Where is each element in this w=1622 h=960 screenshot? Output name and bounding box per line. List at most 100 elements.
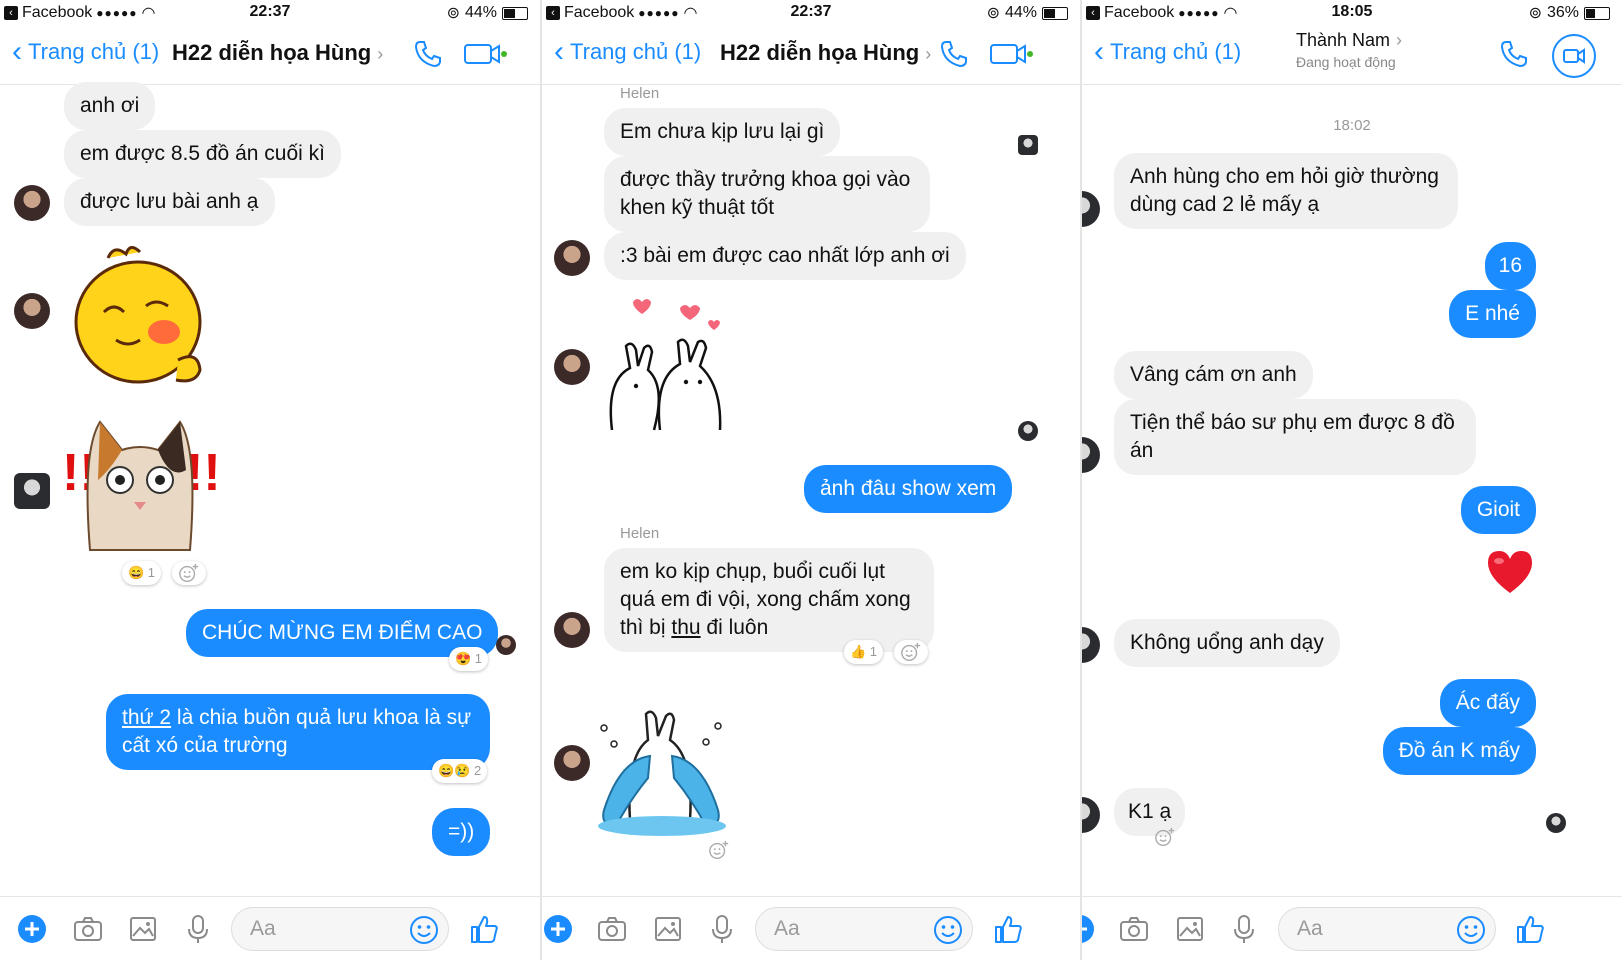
reaction-badge[interactable]: 👍 1 [844, 640, 884, 664]
like-icon[interactable] [1514, 913, 1546, 945]
sender-name: Helen [620, 85, 660, 102]
video-call-icon [1563, 48, 1585, 64]
message-list[interactable]: anh ơi em được 8.5 đồ án cuối kì được lư… [0, 82, 540, 895]
avatar[interactable] [14, 185, 50, 221]
plus-icon[interactable] [1082, 913, 1096, 945]
camera-icon[interactable] [72, 913, 104, 945]
emoji-icon[interactable] [932, 914, 964, 946]
phone-icon[interactable] [412, 38, 444, 70]
avatar[interactable] [554, 612, 590, 648]
message-incoming[interactable]: em được 8.5 đồ án cuối kì [64, 130, 341, 178]
message-incoming[interactable]: Em chưa kịp lưu lại gì [604, 108, 841, 156]
video-call-icon[interactable] [462, 38, 508, 70]
message-incoming[interactable]: Không uổng anh dạy [1114, 619, 1340, 667]
chevron-right-icon: › [377, 44, 384, 64]
microphone-icon[interactable] [182, 913, 214, 945]
reaction-badge[interactable]: 😄 1 [122, 561, 162, 585]
title-text: H22 diễn họa Hùng [720, 40, 920, 65]
message-outgoing[interactable]: 16 [1484, 242, 1536, 290]
avatar[interactable] [554, 240, 590, 276]
add-reaction-icon [1154, 826, 1176, 848]
plus-icon[interactable] [542, 913, 574, 945]
camera-icon[interactable] [1118, 913, 1150, 945]
camera-icon[interactable] [596, 913, 628, 945]
reaction-badge[interactable]: 😍 1 [449, 647, 489, 671]
message-incoming[interactable]: Tiện thể báo sư phụ em được 8 đồ án [1114, 399, 1476, 475]
sticker-rabbits-hearts[interactable] [602, 290, 742, 440]
add-reaction-button[interactable] [894, 640, 928, 664]
add-reaction-button[interactable] [172, 561, 206, 585]
add-reaction-icon [178, 562, 200, 584]
nav-bar: ‹ Trang chủ (1) H22 diễn họa Hùng › [542, 26, 1080, 85]
phone-icon[interactable] [938, 38, 970, 70]
heart-icon[interactable] [1484, 547, 1536, 599]
video-call-button[interactable] [1552, 34, 1596, 78]
chat-panel-3: ‹ Facebook ●●●●● ◠ 18:05 ⊚ 36% ‹ Trang chủ (1… [1082, 0, 1622, 960]
plus-icon[interactable] [16, 913, 48, 945]
message-incoming[interactable]: Vâng cám ơn anh [1114, 351, 1313, 399]
message-outgoing[interactable]: E nhé [1449, 290, 1536, 338]
conversation-title[interactable]: H22 diễn họa Hùng › [720, 40, 931, 66]
video-call-icon[interactable] [988, 38, 1034, 70]
input-placeholder: Aa [774, 917, 800, 940]
image-icon[interactable] [127, 913, 159, 945]
message-link[interactable]: thu [671, 616, 700, 639]
avatar[interactable] [1082, 191, 1100, 227]
microphone-icon[interactable] [1228, 913, 1260, 945]
message-outgoing[interactable]: Ác đấy [1439, 679, 1536, 727]
add-reaction-icon [708, 839, 730, 861]
message-outgoing[interactable]: Đồ án K mấy [1382, 727, 1536, 775]
add-reaction-button[interactable] [1148, 825, 1182, 849]
message-incoming[interactable]: em ko kịp chụp, buổi cuối lụt quá em đi … [604, 548, 934, 652]
reaction-badge[interactable]: 😄😢 2 [432, 759, 488, 783]
message-incoming[interactable]: :3 bài em được cao nhất lớp anh ơi [604, 232, 966, 280]
nav-bar: ‹ Trang chủ (1) H22 diễn họa Hùng › [0, 26, 540, 85]
phone-icon[interactable] [1498, 38, 1530, 70]
battery-percent: 36% [1546, 4, 1579, 21]
message-incoming[interactable]: Anh hùng cho em hỏi giờ thường dùng cad … [1114, 153, 1458, 229]
avatar[interactable] [554, 745, 590, 781]
message-link[interactable]: thứ 2 [122, 706, 171, 729]
emoji-icon[interactable] [408, 914, 440, 946]
battery-icon [1042, 6, 1068, 20]
sticker-shocked-cat[interactable]: !! !! [60, 410, 220, 560]
avatar[interactable] [14, 473, 50, 509]
message-incoming[interactable]: được thầy trưởng khoa gọi vào khen kỹ th… [604, 156, 930, 232]
avatar[interactable] [1082, 437, 1100, 473]
sticker-yellow-chick[interactable] [68, 240, 208, 390]
back-button[interactable]: ‹ Trang chủ (1) [554, 37, 701, 67]
back-button[interactable]: ‹ Trang chủ (1) [12, 37, 159, 67]
message-list[interactable]: Helen Em chưa kịp lưu lại gì được thầy t… [542, 85, 1080, 895]
message-outgoing[interactable]: =)) [432, 808, 491, 856]
avatar[interactable] [1082, 797, 1100, 833]
image-icon[interactable] [1174, 913, 1206, 945]
message-input[interactable]: Aa [231, 907, 449, 951]
input-placeholder: Aa [250, 917, 276, 940]
rotation-lock-icon: ⊚ [986, 5, 1000, 22]
chat-panel-1: ‹ Facebook ●●●●● ◠ 22:37 ⊚ 44% ‹ Trang chủ (1… [0, 0, 540, 960]
emoji-icon[interactable] [1455, 914, 1487, 946]
avatar[interactable] [14, 293, 50, 329]
message-outgoing[interactable]: Gioit [1460, 486, 1536, 534]
avatar[interactable] [1082, 627, 1100, 663]
message-outgoing[interactable]: ảnh đâu show xem [804, 465, 1013, 513]
input-placeholder: Aa [1297, 917, 1323, 940]
conversation-title[interactable]: Thành Nam › [1296, 30, 1402, 51]
message-incoming[interactable]: anh ơi [64, 82, 156, 130]
add-reaction-button[interactable] [702, 838, 736, 862]
message-incoming[interactable]: được lưu bài anh ạ [64, 178, 275, 226]
like-icon[interactable] [992, 913, 1024, 945]
like-icon[interactable] [468, 913, 500, 945]
back-button[interactable]: ‹ Trang chủ (1) [1094, 37, 1241, 67]
message-outgoing[interactable]: thứ 2 là chia buồn quả lưu khoa là sự cấ… [106, 694, 490, 770]
conversation-title[interactable]: H22 diễn họa Hùng › [172, 40, 383, 66]
message-input[interactable]: Aa [1278, 907, 1496, 951]
active-status: Đang hoạt động [1296, 54, 1396, 70]
avatar[interactable] [554, 349, 590, 385]
title-text: Thành Nam [1296, 30, 1391, 50]
message-list[interactable]: 18:02 Anh hùng cho em hỏi giờ thường dùn… [1082, 85, 1622, 895]
image-icon[interactable] [652, 913, 684, 945]
message-input[interactable]: Aa [755, 907, 973, 951]
microphone-icon[interactable] [706, 913, 738, 945]
sticker-crying-rabbit[interactable] [590, 700, 750, 840]
